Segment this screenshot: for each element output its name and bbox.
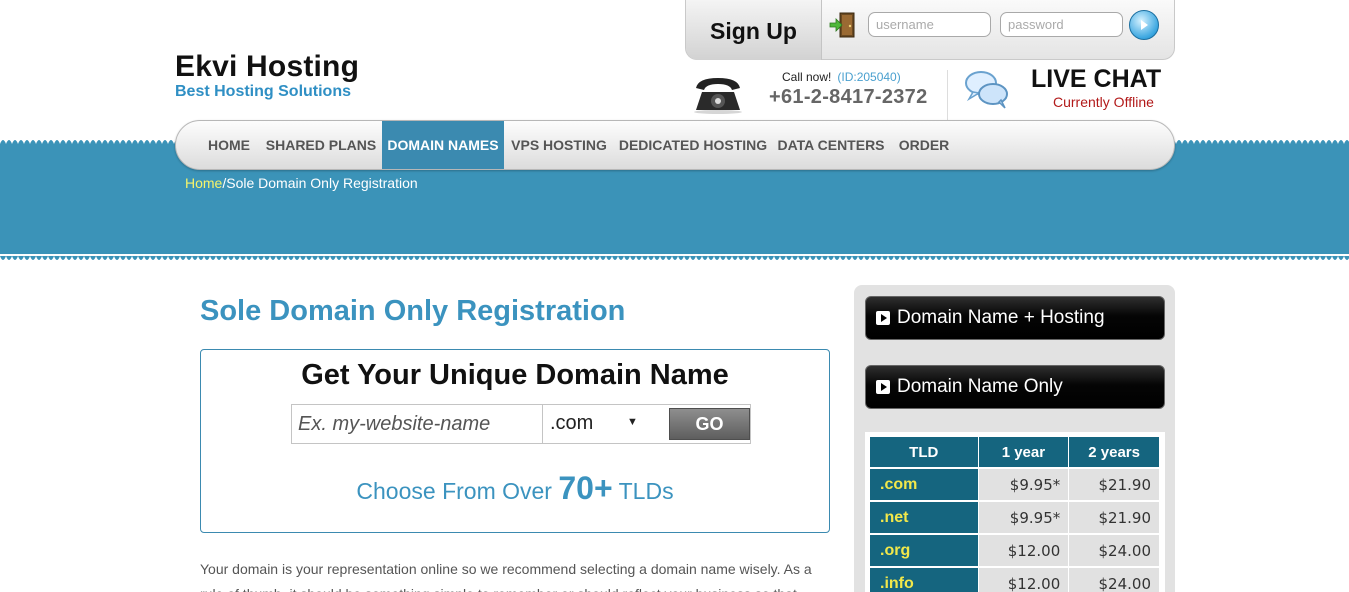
username-input[interactable] [868,12,991,37]
price-one-year: $9.95* [978,467,1070,501]
domain-search-input[interactable] [292,405,543,443]
domain-hosting-label: Domain Name + Hosting [897,307,1105,328]
tld-name: .com [870,467,979,501]
main-navigation: HOME SHARED PLANS DOMAIN NAMES VPS HOSTI… [175,120,1175,170]
table-row: .net $9.95* $21.90 [870,500,1160,534]
password-input[interactable] [1000,12,1123,37]
dropdown-arrow-icon[interactable]: ▼ [627,416,638,428]
tld-name: .info [870,566,979,592]
tld-count-line: Choose From Over 70+ TLDs [200,470,830,507]
table-row: .com $9.95* $21.90 [870,467,1160,501]
call-now-label: Call now! (ID:205040) [782,70,901,84]
price-one-year: $9.95* [978,500,1070,534]
price-two-years: $24.00 [1068,566,1160,592]
price-two-years: $21.90 [1068,467,1160,501]
tld-count-prefix: Choose From Over [356,478,552,504]
telephone-icon [694,78,742,114]
table-header-one-year: 1 year [978,437,1070,468]
price-two-years: $24.00 [1068,533,1160,567]
nav-item-data-centers[interactable]: DATA CENTERS [776,121,886,169]
tld-pricing-table: TLD 1 year 2 years .com $9.95* $21.90 .n… [870,437,1160,592]
domain-hosting-button[interactable]: Domain Name + Hosting [865,296,1165,340]
page-title: Sole Domain Only Registration [200,295,626,327]
nav-item-domain-names[interactable]: DOMAIN NAMES [382,121,504,169]
tld-count-suffix: TLDs [618,478,674,504]
site-logo-title[interactable]: Ekvi Hosting [175,50,359,84]
play-icon [876,311,890,325]
domain-only-button[interactable]: Domain Name Only [865,365,1165,409]
login-panel: Sign Up [685,0,1175,60]
tld-name: .net [870,500,979,534]
domain-search-form: .com ▼ GO [291,404,751,444]
nav-item-vps-hosting[interactable]: VPS HOSTING [508,121,610,169]
table-row: .info $12.00 $24.00 [870,566,1160,592]
table-header-row: TLD 1 year 2 years [870,437,1160,468]
price-one-year: $12.00 [978,566,1070,592]
domain-only-label: Domain Name Only [897,376,1063,397]
arrow-right-icon [1141,20,1148,30]
table-row: .org $12.00 $24.00 [870,533,1160,567]
nav-item-order[interactable]: ORDER [894,121,954,169]
tld-count-number: 70+ [558,470,613,506]
login-submit-button[interactable] [1129,10,1159,40]
play-icon [876,380,890,394]
table-header-tld: TLD [870,437,979,468]
price-one-year: $12.00 [978,533,1070,567]
breadcrumb-current: Sole Domain Only Registration [226,175,418,191]
phone-number[interactable]: +61-2-8417-2372 [769,86,928,109]
nav-item-home[interactable]: HOME [200,121,258,169]
chat-bubbles-icon[interactable] [963,68,1011,112]
nav-item-dedicated-hosting[interactable]: DEDICATED HOSTING [618,121,768,169]
nav-item-shared-plans[interactable]: SHARED PLANS [262,121,380,169]
breadcrumb-home-link[interactable]: Home [185,175,222,191]
tld-name: .org [870,533,979,567]
site-tagline: Best Hosting Solutions [175,83,351,100]
tld-select[interactable]: .com [544,405,662,443]
live-chat-status: Currently Offline [1053,94,1154,110]
breadcrumb: Home/Sole Domain Only Registration [185,175,418,191]
sign-up-button[interactable]: Sign Up [686,0,822,60]
table-header-two-years: 2 years [1068,437,1160,468]
domain-search-heading: Get Your Unique Domain Name [301,359,729,391]
go-button[interactable]: GO [669,408,750,440]
login-door-icon [829,12,855,38]
price-two-years: $21.90 [1068,500,1160,534]
call-id: (ID:205040) [837,70,901,84]
live-chat-title[interactable]: LIVE CHAT [1031,65,1161,94]
header-divider [947,70,948,120]
intro-paragraph: Your domain is your representation onlin… [200,561,812,592]
